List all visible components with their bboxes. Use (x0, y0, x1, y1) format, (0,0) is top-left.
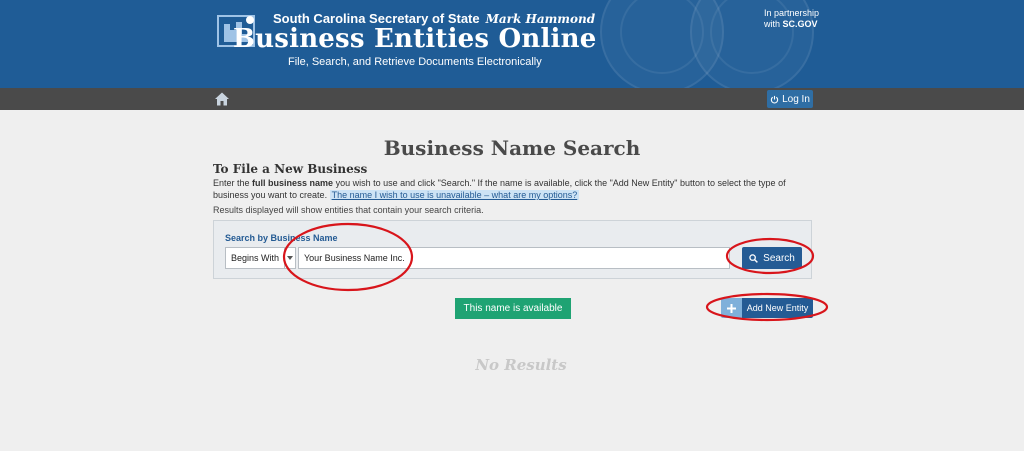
unavailable-name-help-link[interactable]: The name I wish to use is unavailable – … (329, 190, 580, 200)
search-mode-select[interactable]: Begins With (225, 247, 285, 269)
search-mode-dropdown[interactable] (284, 247, 296, 269)
search-panel: Search by Business Name Begins With Sear… (213, 220, 812, 279)
availability-status-badge: This name is available (455, 298, 571, 319)
login-label: Log In (782, 93, 810, 105)
add-new-entity-button[interactable]: Add New Entity (721, 298, 813, 318)
no-results-text: No Results (475, 356, 567, 374)
partner-badge[interactable]: In partnership with SC.GOV (764, 8, 819, 30)
page-title: Business Name Search (383, 136, 641, 160)
power-icon (770, 95, 779, 103)
section-title: To File a New Business (213, 162, 368, 176)
site-header: South Carolina Secretary of State Mark Ha… (0, 0, 1024, 88)
scgov-brand: SC.GOV (782, 19, 818, 29)
results-note: Results displayed will show entities tha… (213, 205, 484, 215)
tagline: File, Search, and Retrieve Documents Ele… (288, 56, 542, 68)
home-icon[interactable] (214, 91, 230, 107)
search-label: Search by Business Name (225, 233, 338, 243)
nav-bar: Log In (0, 88, 1024, 110)
login-button[interactable]: Log In (767, 90, 813, 108)
search-button-label: Search (763, 252, 795, 264)
search-button[interactable]: Search (742, 247, 802, 269)
app-title: Business Entities Online (233, 24, 597, 54)
business-name-input[interactable] (298, 247, 730, 269)
caret-down-icon (287, 256, 293, 260)
plus-icon (721, 298, 742, 318)
add-new-entity-label: Add New Entity (742, 298, 813, 318)
search-icon (749, 253, 759, 263)
instructions: Enter the full business name you wish to… (213, 178, 786, 200)
